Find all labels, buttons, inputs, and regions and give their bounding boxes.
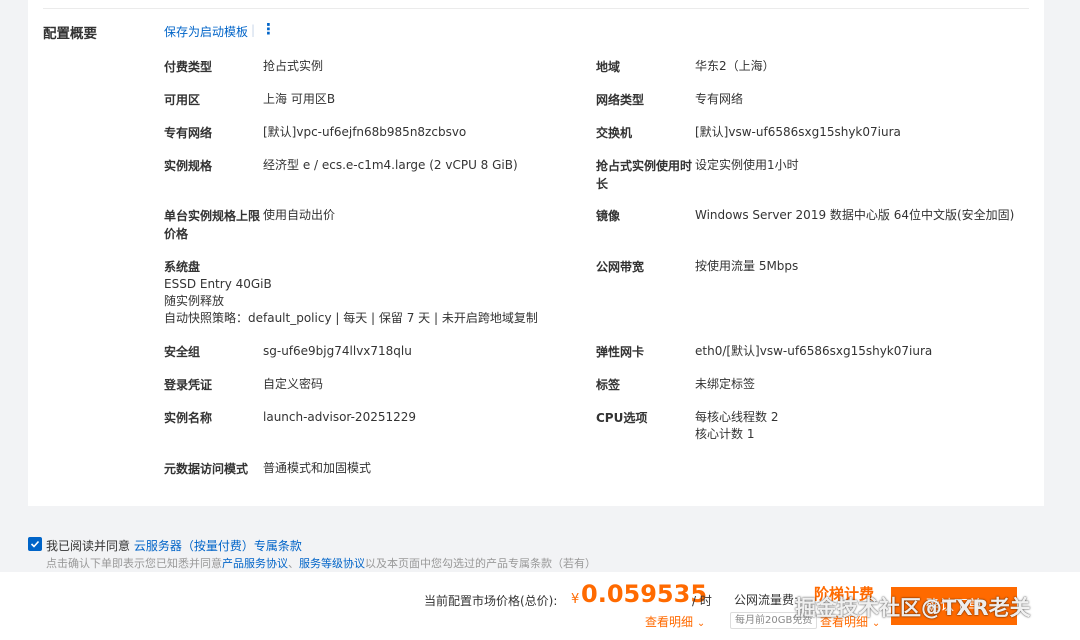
field-label-metadata-mode: 元数据访问模式 xyxy=(164,462,249,476)
field-label-zone: 可用区 xyxy=(164,93,201,107)
field-value-disk-type: ESSD Entry 40GiB xyxy=(164,277,272,291)
traffic-fee-label: 公网流量费: xyxy=(734,593,799,607)
field-label-eni: 弹性网卡 xyxy=(596,345,645,359)
field-label-tags: 标签 xyxy=(596,378,621,392)
agreement-text: 我已阅读并同意 云服务器（按量付费）专属条款 xyxy=(46,537,302,554)
field-value-instance-type: 经济型 e / ecs.e-c1m4.large (2 vCPU 8 GiB) xyxy=(263,158,518,172)
service-agreement-link[interactable]: 产品服务协议 xyxy=(222,557,288,570)
field-value-metadata-mode: 普通模式和加固模式 xyxy=(263,461,372,475)
price-detail-link[interactable]: 查看明细 ⌄ xyxy=(645,613,705,630)
field-label-system-disk: 系统盘 xyxy=(164,260,201,274)
agreement-note: 点击确认下单即表示您已知悉并同意产品服务协议、服务等级协议以及本页面中您勾选过的… xyxy=(46,555,596,571)
save-as-template-link[interactable]: 保存为启动模板 xyxy=(164,23,248,40)
field-label-vpc: 专有网络 xyxy=(164,126,213,140)
field-value-billing: 抢占式实例 xyxy=(263,59,324,73)
separator: | xyxy=(251,23,256,37)
agreement-prefix: 我已阅读并同意 xyxy=(46,539,131,553)
field-value-max-price: 使用自动出价 xyxy=(263,208,336,222)
field-value-region: 华东2（上海） xyxy=(695,59,775,73)
field-label-max-price: 单台实例规格上限价格 xyxy=(164,209,261,241)
field-value-network-type: 专有网络 xyxy=(695,92,744,106)
watermark: 掘金技术社区@TXR老关 xyxy=(795,596,1031,620)
agreement-checkbox[interactable] xyxy=(28,537,42,551)
field-value-bandwidth: 按使用流量 5Mbps xyxy=(695,259,799,273)
field-value-spot-duration: 设定实例使用1小时 xyxy=(695,158,799,172)
field-value-security-group: sg-uf6e9bjg74llvx718qlu xyxy=(263,344,412,358)
field-label-billing: 付费类型 xyxy=(164,60,213,74)
field-label-bandwidth: 公网带宽 xyxy=(596,260,645,274)
sla-link[interactable]: 服务等级协议 xyxy=(299,557,365,570)
field-label-image: 镜像 xyxy=(596,209,621,223)
field-label-network-type: 网络类型 xyxy=(596,93,645,107)
note-separator: 、 xyxy=(288,557,299,570)
note-suffix: 以及本页面中您勾选过的产品专属条款（若有） xyxy=(365,557,596,570)
field-label-vswitch: 交换机 xyxy=(596,126,633,140)
field-value-cores: 核心计数 1 xyxy=(695,427,755,441)
field-value-vswitch: [默认]vsw-uf6586sxg15shyk07iura xyxy=(695,125,901,139)
field-value-vpc: [默认]vpc-uf6ejfn68b985n8zcbsvo xyxy=(263,125,467,139)
config-summary-card: 配置概要 保存为启动模板 | ⋮ 付费类型 抢占式实例 可用区 上海 可用区B … xyxy=(28,0,1044,506)
field-label-security-group: 安全组 xyxy=(164,345,201,359)
note-prefix: 点击确认下单即表示您已知悉并同意 xyxy=(46,557,222,570)
section-title: 配置概要 xyxy=(43,26,97,42)
field-value-instance-name: launch-advisor-20251229 xyxy=(263,410,417,424)
field-label-spot-duration: 抢占式实例使用时长 xyxy=(596,159,693,191)
field-value-image: Windows Server 2019 数据中心版 64位中文版(安全加固) xyxy=(695,208,1015,222)
price-label: 当前配置市场价格(总价): xyxy=(424,594,558,608)
more-vertical-icon[interactable]: ⋮ xyxy=(261,20,276,38)
field-label-instance-name: 实例名称 xyxy=(164,411,213,425)
field-label-region: 地域 xyxy=(596,60,621,74)
field-label-cpu-options: CPU选项 xyxy=(596,411,648,425)
price-unit: / 时 xyxy=(692,594,712,608)
price-amount: 0.059535 xyxy=(581,580,708,608)
divider xyxy=(43,8,1029,9)
field-value-threads: 每核心线程数 2 xyxy=(695,410,779,424)
terms-link[interactable]: 云服务器（按量付费）专属条款 xyxy=(134,539,302,553)
price-currency: ¥ xyxy=(571,592,580,607)
price-detail-label: 查看明细 xyxy=(645,615,694,629)
field-value-disk-release: 随实例释放 xyxy=(164,294,225,308)
field-value-login-credential: 自定义密码 xyxy=(263,377,324,391)
field-value-snapshot-policy: 自动快照策略：default_policy | 每天 | 保留 7 天 | 未开… xyxy=(164,311,538,325)
field-value-eni: eth0/[默认]vsw-uf6586sxg15shyk07iura xyxy=(695,344,933,358)
field-label-instance-type: 实例规格 xyxy=(164,159,213,173)
field-value-tags: 未绑定标签 xyxy=(695,377,756,391)
field-label-login-credential: 登录凭证 xyxy=(164,378,213,392)
field-value-zone: 上海 可用区B xyxy=(263,92,336,106)
chevron-down-icon: ⌄ xyxy=(696,618,706,629)
check-icon xyxy=(30,540,40,548)
